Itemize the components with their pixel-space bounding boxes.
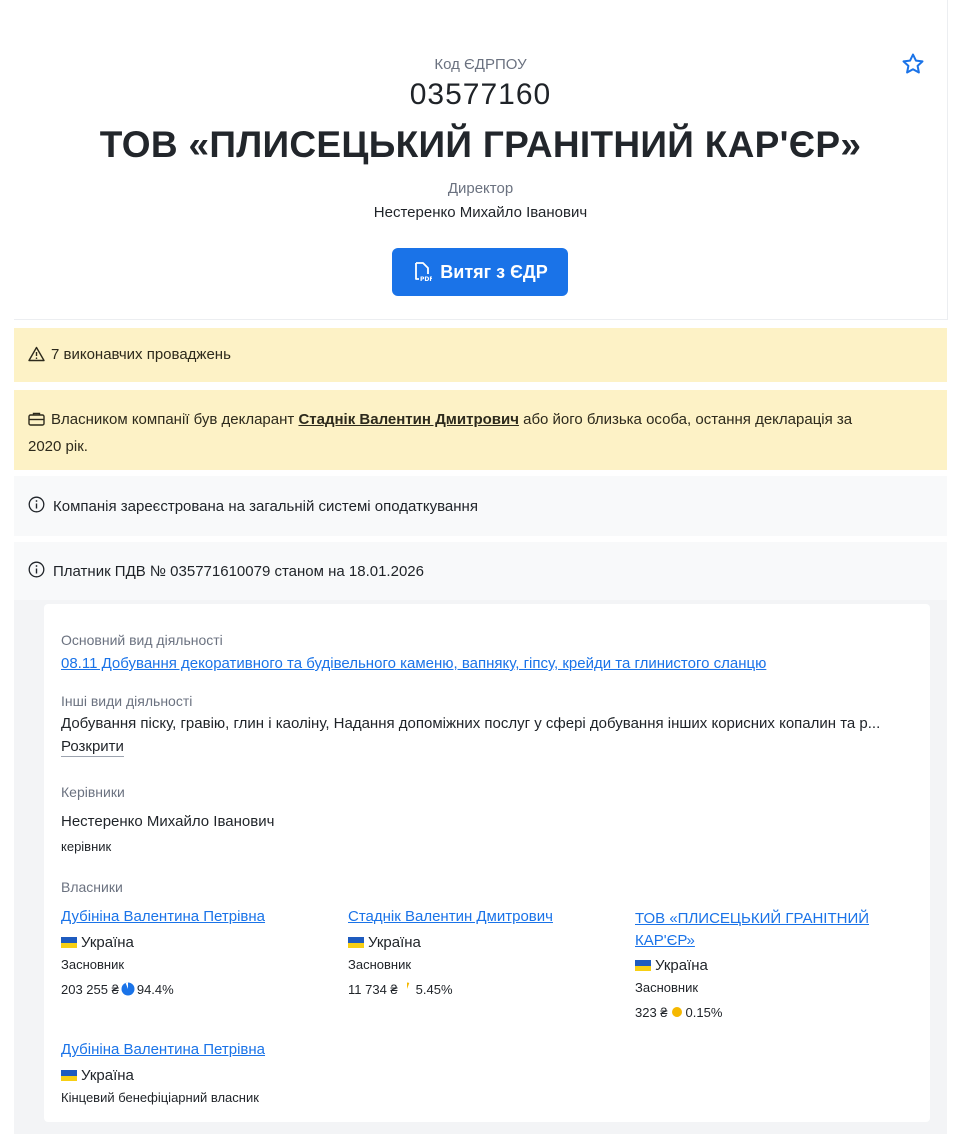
details-card: Основний вид діяльності 08.11 Добування … <box>44 604 930 1122</box>
declarant-prefix: Власником компанії був декларант <box>51 411 295 428</box>
tax-system-info: Компанія зареєстрована на загальній сист… <box>14 476 947 536</box>
info-circle-icon <box>28 496 45 517</box>
info-circle-icon <box>28 561 45 582</box>
beneficiary-country: Україна <box>61 1067 134 1084</box>
share-pie-icon <box>671 1007 682 1017</box>
vat-info: Платник ПДВ № 035771610079 станом на 18.… <box>14 542 947 600</box>
edr-extract-label: Витяг з ЄДР <box>440 261 548 282</box>
declarant-suffix: або його близька особа, остання декларац… <box>523 411 853 428</box>
managers-label: Керівники <box>61 784 125 800</box>
main-activity-link[interactable]: 08.11 Добування декоративного та будівел… <box>61 655 766 672</box>
beneficiary-link[interactable]: Дубініна Валентина Петрівна <box>61 1041 265 1058</box>
edrpou-label: Код ЄДРПОУ <box>434 56 527 73</box>
owner-link[interactable]: Дубініна Валентина Петрівна <box>61 908 265 925</box>
warning-triangle-icon <box>28 346 45 366</box>
tax-system-text: Компанія зареєстрована на загальній сист… <box>53 497 478 515</box>
owner-role: Засновник <box>348 957 412 972</box>
director-label: Директор <box>447 180 514 197</box>
svg-text:PDF: PDF <box>420 276 432 283</box>
briefcase-icon <box>28 411 45 435</box>
declarant-link[interactable]: Стаднік Валентин Дмитрович <box>298 411 518 428</box>
company-name: ТОВ «ПЛИСЕЦЬКИЙ ГРАНІТНИЙ КАР'ЄР» <box>99 124 862 165</box>
beneficiary-role: Кінцевий бенефіціарний власник <box>61 1090 259 1105</box>
declarant-alert: Власником компанії був декларант Стаднік… <box>14 390 947 470</box>
pdf-file-icon: PDF <box>412 261 432 283</box>
owner-role: Засновник <box>61 957 125 972</box>
enforcement-alert: 7 виконавчих проваджень <box>14 328 947 382</box>
owner-share: 203 255 ₴ 94.4% <box>61 982 174 997</box>
manager-name: Нестеренко Михайло Іванович <box>61 813 275 830</box>
owner-country: Україна <box>348 934 421 951</box>
edrpou-code: 03577160 <box>409 78 552 111</box>
owner-share: 323 ₴ 0.15% <box>635 1005 723 1020</box>
other-activities-label: Інші види діяльності <box>61 693 193 709</box>
vat-text: Платник ПДВ № 035771610079 станом на 18.… <box>53 562 424 580</box>
ukraine-flag-icon <box>61 937 77 948</box>
owner-country: Україна <box>635 957 708 974</box>
star-icon[interactable] <box>901 52 925 81</box>
owner-link[interactable]: ТОВ «ПЛИСЕЦЬКИЙ ГРАНІТНИЙ КАР'ЄР» <box>635 908 869 952</box>
expand-button[interactable]: Розкрити <box>61 738 124 757</box>
ukraine-flag-icon <box>635 960 651 971</box>
details-section: Основний вид діяльності 08.11 Добування … <box>14 600 947 1134</box>
edr-extract-button[interactable]: PDF Витяг з ЄДР <box>392 248 568 296</box>
owner-country: Україна <box>61 934 134 951</box>
owner-role: Засновник <box>635 980 699 995</box>
director-name: Нестеренко Михайло Іванович <box>373 204 588 221</box>
company-header: Код ЄДРПОУ 03577160 ТОВ «ПЛИСЕЦЬКИЙ ГРАН… <box>14 0 948 320</box>
other-activities-text: Добування піску, гравію, глин і каоліну,… <box>61 715 881 732</box>
ukraine-flag-icon <box>348 937 364 948</box>
manager-role: керівник <box>61 839 112 854</box>
share-pie-icon <box>406 982 409 989</box>
ukraine-flag-icon <box>61 1070 77 1081</box>
owner-link[interactable]: Стаднік Валентин Дмитрович <box>348 908 553 925</box>
owners-label: Власники <box>61 879 123 895</box>
share-pie-icon <box>121 982 135 996</box>
enforcement-text: 7 виконавчих проваджень <box>51 346 231 363</box>
owner-share: 11 734 ₴ 5.45% <box>348 982 453 997</box>
main-activity-label: Основний вид діяльності <box>61 632 223 648</box>
declarant-year: 2020 рік. <box>28 438 88 455</box>
